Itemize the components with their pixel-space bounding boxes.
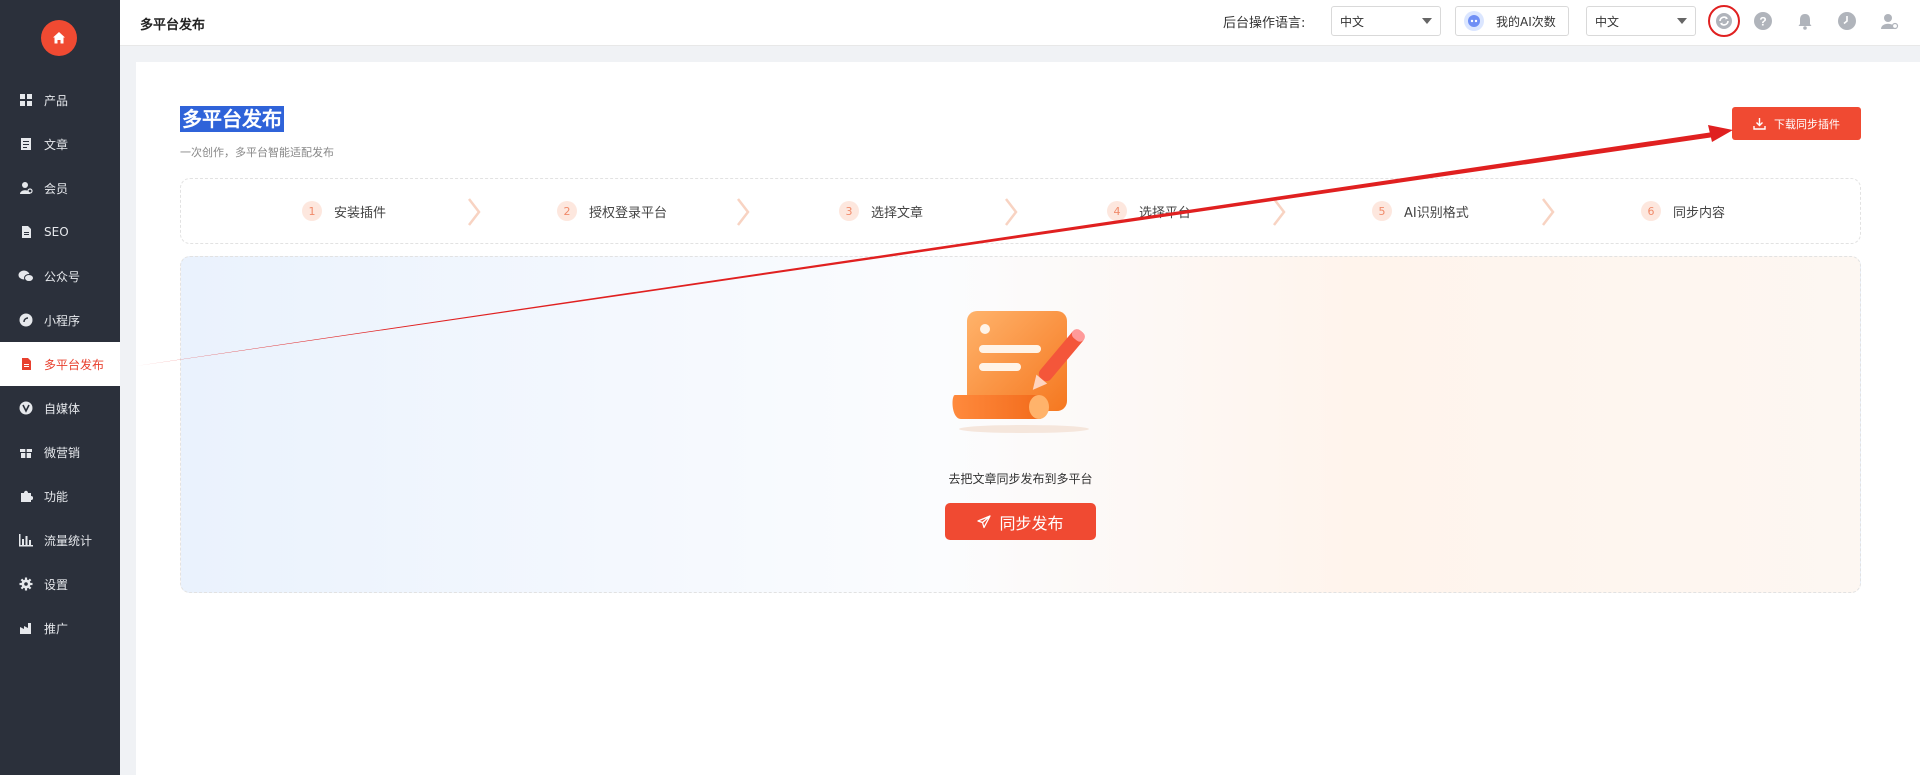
sidebar-item-micro-marketing[interactable]: 微营销 bbox=[0, 430, 120, 474]
sidebar-item-wechat[interactable]: 公众号 bbox=[0, 254, 120, 298]
bar-chart-icon bbox=[18, 532, 34, 548]
content-language-select[interactable]: 中文 bbox=[1586, 6, 1696, 36]
gear-icon bbox=[18, 576, 34, 592]
sidebar-item-products[interactable]: 产品 bbox=[0, 78, 120, 122]
step-label: 授权登录平台 bbox=[589, 205, 668, 221]
step-number: 2 bbox=[557, 201, 577, 221]
sidebar-item-settings[interactable]: 设置 bbox=[0, 562, 120, 606]
puzzle-icon bbox=[18, 488, 34, 504]
step-label: 同步内容 bbox=[1673, 205, 1726, 221]
sidebar-item-label: 产品 bbox=[44, 93, 69, 108]
step-item: 6 同步内容 bbox=[1641, 179, 1725, 243]
step-label: 安装插件 bbox=[334, 205, 387, 221]
sidebar-item-label: 多平台发布 bbox=[44, 357, 105, 372]
sidebar-item-seo[interactable]: SEO bbox=[0, 210, 120, 254]
step-label: AI识别格式 bbox=[1404, 205, 1469, 221]
sidebar-item-label: 微营销 bbox=[44, 445, 81, 460]
download-plugin-button[interactable]: 下载同步插件 bbox=[1732, 107, 1861, 140]
chevron-down-icon bbox=[1677, 18, 1687, 24]
clock-icon[interactable] bbox=[1834, 8, 1860, 34]
top-bar: 多平台发布 后台操作语言: 中文 我的AI次数 中文 ? bbox=[120, 0, 1920, 46]
refresh-icon[interactable] bbox=[1708, 5, 1740, 37]
sidebar-item-multi-publish[interactable]: 多平台发布 bbox=[0, 342, 120, 386]
sync-publish-button[interactable]: 同步发布 bbox=[945, 503, 1096, 540]
gift-icon bbox=[18, 444, 34, 460]
grid-icon bbox=[18, 92, 34, 108]
step-label: 选择文章 bbox=[871, 205, 924, 221]
content-language-value: 中文 bbox=[1595, 14, 1620, 29]
sidebar-item-label: 公众号 bbox=[44, 269, 81, 284]
sidebar-item-miniprogram[interactable]: 小程序 bbox=[0, 298, 120, 342]
v-media-icon bbox=[18, 400, 34, 416]
step-item: 3 选择文章 bbox=[839, 179, 923, 243]
sidebar-item-label: 自媒体 bbox=[44, 401, 81, 416]
seo-file-icon bbox=[18, 224, 34, 240]
step-item: 2 授权登录平台 bbox=[557, 179, 667, 243]
sidebar-item-traffic-stats[interactable]: 流量统计 bbox=[0, 518, 120, 562]
main-card: 多平台发布 一次创作，多平台智能适配发布 下载同步插件 1 安装插件 2 授权登录平… bbox=[136, 62, 1920, 775]
sidebar-item-label: 设置 bbox=[44, 577, 69, 592]
step-number: 4 bbox=[1107, 201, 1127, 221]
document-icon bbox=[18, 136, 34, 152]
sidebar-item-label: 流量统计 bbox=[44, 533, 93, 548]
step-number: 5 bbox=[1372, 201, 1392, 221]
empty-state-panel: 去把文章同步发布到多平台 同步发布 bbox=[180, 256, 1861, 593]
home-icon[interactable] bbox=[41, 20, 77, 56]
download-icon bbox=[1753, 118, 1766, 130]
step-number: 1 bbox=[302, 201, 322, 221]
sidebar-nav: 产品 文章 会员 SEO 公众号 小程序 多平台发布 自媒体 微营销 功能 流量… bbox=[0, 78, 120, 650]
sidebar-item-label: 功能 bbox=[44, 489, 69, 504]
admin-language-value: 中文 bbox=[1340, 14, 1365, 29]
chevron-right-icon bbox=[468, 198, 481, 226]
step-item: 4 选择平台 bbox=[1107, 179, 1191, 243]
sidebar-item-label: 文章 bbox=[44, 137, 69, 152]
page-title: 多平台发布 bbox=[180, 106, 284, 132]
sidebar-item-self-media[interactable]: 自媒体 bbox=[0, 386, 120, 430]
user-settings-icon bbox=[18, 180, 34, 196]
step-number: 3 bbox=[839, 201, 859, 221]
send-icon bbox=[977, 514, 992, 528]
help-icon[interactable]: ? bbox=[1750, 8, 1776, 34]
chevron-down-icon bbox=[1422, 18, 1432, 24]
sync-publish-label: 同步发布 bbox=[999, 513, 1064, 533]
sidebar-item-label: SEO bbox=[44, 225, 69, 239]
ai-quota-button[interactable]: 我的AI次数 bbox=[1455, 6, 1569, 36]
step-item: 1 安装插件 bbox=[302, 179, 386, 243]
chevron-right-icon bbox=[737, 198, 750, 226]
factory-icon bbox=[18, 620, 34, 636]
sidebar-item-promotion[interactable]: 推广 bbox=[0, 606, 120, 650]
sidebar-item-members[interactable]: 会员 bbox=[0, 166, 120, 210]
chevron-right-icon bbox=[1542, 198, 1555, 226]
chevron-right-icon bbox=[1005, 198, 1018, 226]
sidebar-item-label: 推广 bbox=[44, 621, 69, 636]
scroll-pen-illustration-icon bbox=[952, 311, 1089, 433]
account-icon[interactable] bbox=[1876, 8, 1902, 34]
bell-icon[interactable] bbox=[1792, 8, 1818, 34]
sidebar-item-label: 会员 bbox=[44, 181, 69, 196]
sidebar-item-label: 小程序 bbox=[44, 313, 81, 328]
robot-icon bbox=[1464, 11, 1484, 31]
sidebar-item-articles[interactable]: 文章 bbox=[0, 122, 120, 166]
ai-quota-label: 我的AI次数 bbox=[1496, 14, 1556, 29]
step-number: 6 bbox=[1641, 201, 1661, 221]
download-plugin-label: 下载同步插件 bbox=[1774, 117, 1840, 131]
step-item: 5 AI识别格式 bbox=[1372, 179, 1469, 243]
sidebar: 产品 文章 会员 SEO 公众号 小程序 多平台发布 自媒体 微营销 功能 流量… bbox=[0, 0, 120, 775]
publish-file-icon bbox=[18, 356, 34, 372]
wechat-icon bbox=[18, 268, 34, 284]
steps-bar: 1 安装插件 2 授权登录平台 3 选择文章 4 选择平台 5 AI识别格式 6 同步内容 bbox=[180, 178, 1861, 244]
sidebar-item-features[interactable]: 功能 bbox=[0, 474, 120, 518]
admin-language-select[interactable]: 中文 bbox=[1331, 6, 1441, 36]
svg-text:?: ? bbox=[1759, 15, 1766, 29]
mini-program-icon bbox=[18, 312, 34, 328]
language-label: 后台操作语言: bbox=[1223, 16, 1306, 31]
step-label: 选择平台 bbox=[1139, 205, 1192, 221]
chevron-right-icon bbox=[1273, 198, 1286, 226]
topbar-title: 多平台发布 bbox=[140, 18, 206, 33]
page-subtitle: 一次创作，多平台智能适配发布 bbox=[180, 146, 334, 159]
empty-state-text: 去把文章同步发布到多平台 bbox=[948, 472, 1093, 486]
